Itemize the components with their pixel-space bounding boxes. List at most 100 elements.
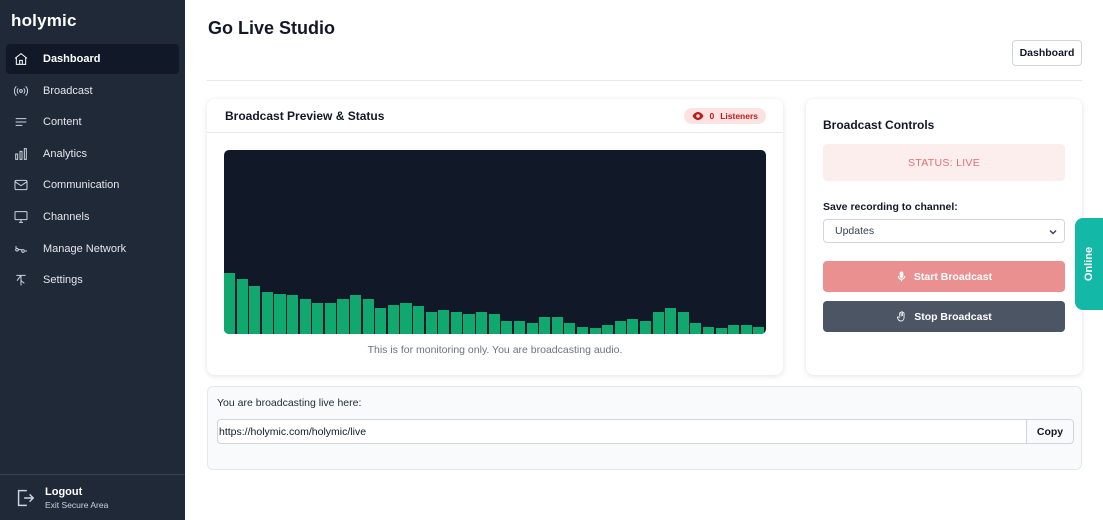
visualizer-bar bbox=[753, 327, 765, 334]
sidebar-item-label: Dashboard bbox=[43, 53, 101, 65]
save-recording-label: Save recording to channel: bbox=[823, 201, 958, 213]
visualizer-bar bbox=[501, 321, 513, 334]
sidebar-item-dashboard[interactable]: Dashboard bbox=[6, 44, 179, 74]
logout-button[interactable]: Logout Exit Secure Area bbox=[0, 474, 185, 520]
bar-chart-icon bbox=[12, 145, 30, 163]
visualizer-bar bbox=[539, 317, 551, 334]
logout-icon bbox=[17, 489, 35, 506]
sidebar-item-communication[interactable]: Communication bbox=[6, 170, 179, 200]
listeners-count: 0 bbox=[709, 110, 715, 121]
sidebar-item-label: Channels bbox=[43, 210, 90, 223]
chevron-down-icon bbox=[1049, 230, 1057, 235]
visualizer-bar bbox=[350, 295, 362, 334]
sidebar-item-analytics[interactable]: Analytics bbox=[6, 139, 179, 169]
live-url-label: You are broadcasting live here: bbox=[217, 397, 362, 409]
visualizer-bar bbox=[450, 312, 462, 334]
visualizer-bar bbox=[476, 312, 488, 334]
visualizer-bar bbox=[576, 327, 589, 334]
page-title: Go Live Studio bbox=[208, 18, 336, 38]
visualizer-bar bbox=[261, 292, 273, 334]
sidebar-item-label: Analytics bbox=[43, 147, 88, 160]
visualizer-bar bbox=[513, 321, 525, 334]
menu-lines-icon bbox=[12, 113, 30, 131]
visualizer-bar bbox=[387, 305, 399, 334]
visualizer-bar bbox=[627, 319, 639, 334]
channel-select[interactable]: Updates bbox=[823, 219, 1065, 243]
visualizer-bar bbox=[324, 303, 336, 334]
visualizer-bar bbox=[312, 303, 324, 334]
visualizer-bar bbox=[287, 295, 299, 334]
listeners-label: Listeners bbox=[720, 110, 758, 121]
visualizer-bar bbox=[236, 279, 248, 334]
visualizer-bar bbox=[488, 314, 500, 334]
preview-card-title: Broadcast Preview & Status bbox=[225, 108, 385, 123]
antenna-icon bbox=[12, 271, 30, 289]
visualizer-bar bbox=[337, 299, 349, 334]
live-url-input[interactable] bbox=[217, 419, 1026, 444]
network-icon bbox=[12, 240, 30, 258]
sidebar-item-content[interactable]: Content bbox=[6, 107, 179, 137]
monitor-icon bbox=[12, 208, 30, 226]
online-status-tab[interactable]: Online bbox=[1075, 218, 1103, 310]
mail-icon bbox=[12, 176, 30, 194]
visualizer-bar bbox=[728, 325, 740, 334]
microphone-icon bbox=[897, 271, 906, 282]
visualizer-bar bbox=[299, 299, 311, 334]
broadcast-controls-card: Broadcast Controls STATUS: LIVE Save rec… bbox=[806, 99, 1082, 375]
visualizer-bar bbox=[652, 312, 664, 334]
visualizer-bar bbox=[639, 321, 652, 334]
stop-broadcast-button[interactable]: Stop Broadcast bbox=[823, 301, 1065, 332]
visualizer-bar bbox=[438, 310, 450, 334]
sidebar-item-channels[interactable]: Channels bbox=[6, 202, 179, 232]
visualizer-bar bbox=[249, 286, 261, 334]
sidebar-item-label: Communication bbox=[43, 179, 120, 192]
visualizer-bar bbox=[463, 314, 475, 334]
stop-hand-icon bbox=[897, 311, 905, 322]
visualizer-bar bbox=[564, 323, 576, 334]
logout-label: Logout bbox=[45, 485, 83, 498]
visualizer-bar bbox=[589, 328, 601, 334]
visualizer-bar bbox=[614, 321, 626, 334]
home-icon bbox=[12, 50, 30, 68]
monitoring-note: This is for monitoring only. You are bro… bbox=[367, 344, 623, 356]
sidebar-item-label: Content bbox=[43, 116, 82, 129]
start-broadcast-button[interactable]: Start Broadcast bbox=[823, 261, 1065, 292]
live-url-section: You are broadcasting live here: Copy bbox=[207, 386, 1082, 470]
visualizer-bar bbox=[413, 306, 425, 334]
visualizer-bar bbox=[690, 323, 702, 334]
audio-visualizer bbox=[224, 150, 766, 334]
online-label: Online bbox=[1083, 246, 1096, 282]
visualizer-bar bbox=[224, 273, 236, 334]
sidebar-item-manage-network[interactable]: Manage Network bbox=[6, 234, 179, 264]
listeners-badge: 0 Listeners bbox=[684, 107, 766, 124]
visualizer-bar bbox=[715, 328, 727, 334]
sidebar: holymic Dashboard Broadcast Content Anal… bbox=[0, 0, 185, 520]
sidebar-item-settings[interactable]: Settings bbox=[6, 265, 179, 295]
sidebar-item-label: Settings bbox=[43, 274, 83, 287]
broadcast-preview-card: Broadcast Preview & Status 0 Listeners T… bbox=[207, 99, 783, 375]
channel-select-value: Updates bbox=[835, 225, 875, 237]
brand-logo: holymic bbox=[11, 11, 77, 30]
visualizer-bar bbox=[425, 312, 437, 334]
eye-icon bbox=[692, 111, 704, 120]
sidebar-item-label: Broadcast bbox=[43, 84, 93, 97]
visualizer-bar bbox=[526, 323, 538, 334]
copy-button[interactable]: Copy bbox=[1026, 419, 1074, 444]
header-divider bbox=[207, 80, 1082, 81]
sidebar-item-label: Manage Network bbox=[43, 242, 127, 255]
broadcast-icon bbox=[12, 82, 30, 100]
visualizer-bar bbox=[274, 294, 286, 334]
preview-card-header: Broadcast Preview & Status 0 Listeners bbox=[207, 99, 783, 133]
visualizer-bar bbox=[375, 308, 387, 334]
controls-title: Broadcast Controls bbox=[823, 118, 935, 132]
visualizer-bar bbox=[362, 299, 374, 334]
sidebar-item-broadcast[interactable]: Broadcast bbox=[6, 76, 179, 106]
start-broadcast-label: Start Broadcast bbox=[913, 270, 993, 283]
logout-subtitle: Exit Secure Area bbox=[45, 499, 109, 510]
dashboard-button[interactable]: Dashboard bbox=[1012, 40, 1082, 66]
visualizer-bar bbox=[665, 308, 677, 334]
status-badge: STATUS: LIVE bbox=[823, 144, 1065, 181]
visualizer-bar bbox=[740, 325, 752, 334]
sidebar-nav: Dashboard Broadcast Content Analytics Co… bbox=[6, 44, 179, 297]
visualizer-bar bbox=[400, 303, 412, 334]
